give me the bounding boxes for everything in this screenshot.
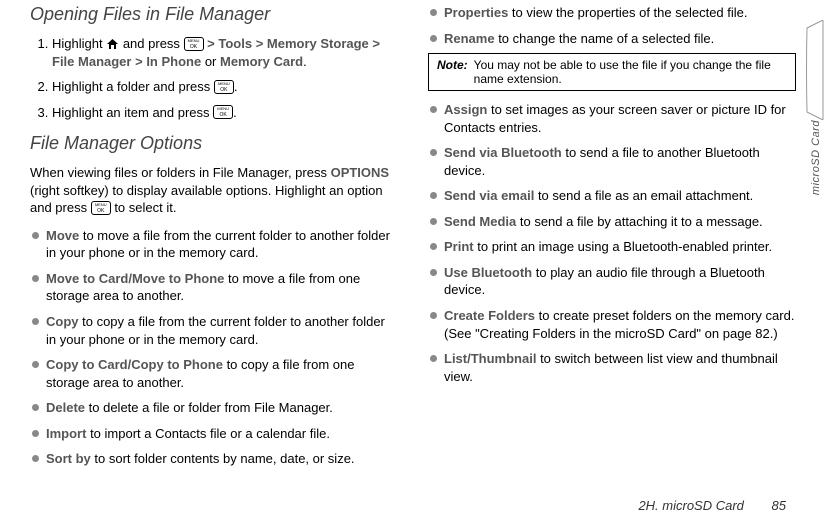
term: Delete xyxy=(46,400,85,415)
rest: to import a Contacts file or a calendar … xyxy=(86,426,330,441)
term: Copy to Card/Copy to Phone xyxy=(46,357,223,372)
option-import: Import to import a Contacts file or a ca… xyxy=(30,425,398,443)
option-move: Move to move a file from the current fol… xyxy=(30,227,398,262)
steps-list: Highlight and press > Tools > Memory Sto… xyxy=(30,35,398,121)
step2-post: . xyxy=(234,79,238,94)
option-copy: Copy to copy a file from the current fol… xyxy=(30,313,398,348)
term: Copy xyxy=(46,314,79,329)
step1-pre: Highlight xyxy=(52,36,106,51)
rest: to change the name of a selected file. xyxy=(495,31,715,46)
rest: to print an image using a Bluetooth-enab… xyxy=(474,239,772,254)
path-in-phone: In Phone xyxy=(146,54,201,69)
options-softkey-label: OPTIONS xyxy=(331,165,390,180)
term: List/Thumbnail xyxy=(444,351,536,366)
term: Send via email xyxy=(444,188,534,203)
heading-opening-files: Opening Files in File Manager xyxy=(30,4,398,25)
intro-c: (right softkey) to display available opt… xyxy=(30,183,383,216)
step2-pre: Highlight a folder and press xyxy=(52,79,214,94)
option-send-email: Send via email to send a file as an emai… xyxy=(428,187,796,205)
menu-ok-icon xyxy=(213,105,233,119)
side-tab-label: microSD Card xyxy=(810,120,822,195)
step1-end: . xyxy=(303,54,307,69)
menu-ok-icon xyxy=(184,37,204,51)
term: Print xyxy=(444,239,474,254)
option-assign: Assign to set images as your screen save… xyxy=(428,101,796,136)
rest: to send a file by attaching it to a mess… xyxy=(516,214,762,229)
path-memory-card: Memory Card xyxy=(220,54,303,69)
step3-pre: Highlight an item and press xyxy=(52,105,213,120)
options-list-part2: Assign to set images as your screen save… xyxy=(428,101,796,385)
rest: to sort folder contents by name, date, o… xyxy=(91,451,355,466)
option-move-to-card: Move to Card/Move to Phone to move a fil… xyxy=(30,270,398,305)
term: Move xyxy=(46,228,79,243)
rest: to delete a file or folder from File Man… xyxy=(85,400,333,415)
note-box: Note: You may not be able to use the fil… xyxy=(428,53,796,91)
footer-section: 2H. microSD Card xyxy=(638,498,743,513)
rest: to send a file as an email attachment. xyxy=(534,188,753,203)
step-1: Highlight and press > Tools > Memory Sto… xyxy=(52,35,398,70)
step-3: Highlight an item and press . xyxy=(52,104,398,122)
page-body: Opening Files in File Manager Highlight … xyxy=(30,4,796,474)
path-tools: Tools xyxy=(218,36,252,51)
home-icon xyxy=(106,38,119,50)
page-footer: 2H. microSD Card 85 xyxy=(638,498,786,513)
option-send-bluetooth: Send via Bluetooth to send a file to ano… xyxy=(428,144,796,179)
path-memory-storage: Memory Storage xyxy=(267,36,369,51)
term: Use Bluetooth xyxy=(444,265,532,280)
option-rename: Rename to change the name of a selected … xyxy=(428,30,796,48)
option-sort-by: Sort by to sort folder contents by name,… xyxy=(30,450,398,468)
term: Create Folders xyxy=(444,308,535,323)
rest: to move a file from the current folder t… xyxy=(46,228,390,261)
rest: to copy a file from the current folder t… xyxy=(46,314,385,347)
term: Send Media xyxy=(444,214,516,229)
menu-ok-icon xyxy=(214,80,234,94)
option-delete: Delete to delete a file or folder from F… xyxy=(30,399,398,417)
menu-ok-icon xyxy=(91,201,111,215)
term: Rename xyxy=(444,31,495,46)
side-thumb-tab xyxy=(806,20,824,120)
intro-a: When viewing files or folders in File Ma… xyxy=(30,165,331,180)
note-text: You may not be able to use the file if y… xyxy=(474,58,787,86)
term: Move to Card/Move to Phone xyxy=(46,271,224,286)
step-2: Highlight a folder and press . xyxy=(52,78,398,96)
term: Sort by xyxy=(46,451,91,466)
intro-d: to select it. xyxy=(111,200,177,215)
path-file-manager: File Manager xyxy=(52,54,131,69)
option-copy-to-card: Copy to Card/Copy to Phone to copy a fil… xyxy=(30,356,398,391)
option-use-bluetooth: Use Bluetooth to play an audio file thro… xyxy=(428,264,796,299)
step1-posthome: and press xyxy=(123,36,184,51)
option-print: Print to print an image using a Bluetoot… xyxy=(428,238,796,256)
option-create-folders: Create Folders to create preset folders … xyxy=(428,307,796,342)
note-label: Note: xyxy=(437,58,468,86)
option-properties: Properties to view the properties of the… xyxy=(428,4,796,22)
option-send-media: Send Media to send a file by attaching i… xyxy=(428,213,796,231)
step3-post: . xyxy=(233,105,237,120)
term: Send via Bluetooth xyxy=(444,145,562,160)
rest: to view the properties of the selected f… xyxy=(508,5,747,20)
heading-file-manager-options: File Manager Options xyxy=(30,133,398,154)
option-list-thumbnail: List/Thumbnail to switch between list vi… xyxy=(428,350,796,385)
footer-page-number: 85 xyxy=(772,498,786,513)
rest: to set images as your screen saver or pi… xyxy=(444,102,786,135)
intro-paragraph: When viewing files or folders in File Ma… xyxy=(30,164,398,217)
step1-or: or xyxy=(205,54,220,69)
term: Import xyxy=(46,426,86,441)
term: Assign xyxy=(444,102,487,117)
term: Properties xyxy=(444,5,508,20)
